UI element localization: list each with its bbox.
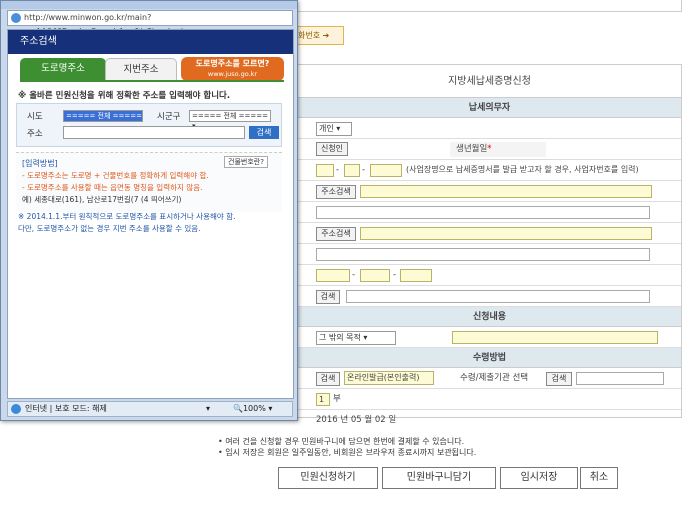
- biz-number-3[interactable]: [370, 164, 402, 177]
- help-url: www.juso.go.kr: [207, 70, 258, 78]
- popup-body: 주소검색 도로명주소 지번주소 도로명주소를 모르면? www.juso.go.k…: [7, 29, 294, 399]
- tab-underline: [20, 80, 284, 82]
- zip-code-button[interactable]: 화번호 ➔: [293, 26, 344, 45]
- agency-field[interactable]: [576, 372, 664, 385]
- popup-search-button[interactable]: 검색: [249, 126, 279, 139]
- section-receive: 수령방법: [298, 348, 681, 368]
- help-label: 도로명주소를 모르면?: [195, 59, 270, 68]
- popup-address-bar[interactable]: http://www.minwon.go.kr/main?a=AA040Proc…: [7, 10, 293, 36]
- phone-2[interactable]: [360, 269, 390, 282]
- address-line-2[interactable]: [316, 206, 650, 219]
- tab-jibun-address[interactable]: 지번주소: [105, 58, 177, 80]
- popup-notice: ※ 올바른 민원신청을 위해 정확한 주소를 입력해야 합니다.: [18, 91, 231, 101]
- popup-header: 주소검색: [8, 30, 293, 54]
- search-button[interactable]: 검색: [316, 290, 340, 304]
- help-example: 예) 세종대로(161), 남산로17번길(7 (4 띄어쓰기): [22, 195, 182, 204]
- method-title: [입력방법]: [22, 159, 58, 168]
- input-method-help: [입력방법] 건물번호란? - 도로명주소는 도로명 + 건물번호를 정확하게 …: [16, 152, 282, 212]
- globe-icon: [11, 13, 21, 23]
- form-title: 지방세납세증명신청: [298, 65, 681, 98]
- copies-unit: 부: [333, 394, 341, 404]
- address-line-4[interactable]: [316, 248, 650, 261]
- purpose-select[interactable]: 그 밖의 목적 ▾: [316, 331, 396, 345]
- temp-save-button[interactable]: 임시저장: [500, 467, 578, 489]
- tab-road-address[interactable]: 도로명주소: [20, 58, 106, 80]
- tax-certificate-form: 지방세납세증명신청 납세의무자 개인 ▾ 신청인 생년월일* - - (사업장명…: [297, 64, 682, 425]
- address-input[interactable]: [63, 126, 245, 139]
- cart-button[interactable]: 민원바구니담기: [382, 467, 496, 489]
- sido-select[interactable]: ===== 전체 ===== ▾: [63, 110, 143, 130]
- search-field[interactable]: [346, 290, 650, 303]
- birth-date-label: 생년월일*: [450, 142, 546, 157]
- address-search-button-2[interactable]: 주소검색: [316, 227, 356, 241]
- copies-input[interactable]: 1: [316, 393, 330, 406]
- biz-number-2[interactable]: [344, 164, 360, 177]
- biz-number-note: (사업장명으로 납세증명서를 발급 받고자 할 경우, 사업자번호를 입력): [406, 165, 639, 174]
- receive-search-button[interactable]: 검색: [316, 372, 340, 386]
- address-line-3[interactable]: [360, 227, 652, 240]
- sigungu-label: 시군구: [157, 112, 181, 122]
- application-date: 2016 년 05 월 02 일: [316, 415, 397, 425]
- sido-label: 시도: [27, 112, 43, 122]
- zoom-control[interactable]: 🔍100% ▾: [233, 402, 272, 416]
- top-form-box: [297, 0, 682, 12]
- zoom-level: 100%: [242, 404, 266, 413]
- security-icon[interactable]: ▾: [206, 402, 210, 416]
- dash: -: [352, 270, 356, 280]
- search-box: 시도 ===== 전체 ===== ▾ 시군구 ===== 전체 ===== ▾…: [16, 103, 282, 147]
- popup-statusbar: 인터넷 | 보호 모드: 해제 ▾ 🔍100% ▾: [7, 401, 293, 417]
- footnote-2: 다만, 도로명주소가 없는 경우 지번 주소를 사용할 수 있음.: [18, 224, 201, 233]
- receive-method[interactable]: 온라인발급(본인출력): [344, 371, 434, 385]
- dash: -: [336, 165, 340, 175]
- cancel-button[interactable]: 취소: [580, 467, 618, 489]
- help-line-1: - 도로명주소는 도로명 + 건물번호를 정확하게 입력해야 합.: [22, 171, 209, 180]
- purpose-detail[interactable]: [452, 331, 658, 344]
- building-number-button[interactable]: 건물번호란?: [224, 156, 268, 168]
- section-content: 신청내용: [298, 307, 681, 327]
- help-line-2: - 도로명주소를 사용할 때는 읍면동 명칭을 입력하지 않음.: [22, 183, 203, 192]
- address-line-1[interactable]: [360, 185, 652, 198]
- agency-label: 수령/제출기관 선택: [460, 373, 529, 383]
- person-type-select[interactable]: 개인 ▾: [316, 122, 352, 136]
- note-line: • 임시 저장은 회원은 일주일동안, 비회원은 브라우저 종료시까지 보관됩니…: [218, 448, 477, 457]
- dash: -: [393, 270, 397, 280]
- internet-icon: [11, 404, 21, 414]
- sigungu-select[interactable]: ===== 전체 ===== ▾: [189, 110, 271, 130]
- phone-3[interactable]: [400, 269, 432, 282]
- popup-titlebar[interactable]: [1, 1, 297, 9]
- section-taxpayer: 납세의무자: [298, 98, 681, 118]
- apply-button[interactable]: 민원신청하기: [278, 467, 378, 489]
- phone-1[interactable]: [316, 269, 350, 282]
- biz-number-1[interactable]: [316, 164, 334, 177]
- footnote-1: ※ 2014.1.1.부터 원칙적으로 도로명주소를 표시하거나 사용해야 함.: [18, 212, 236, 221]
- dash: -: [362, 165, 366, 175]
- address-label: 주소: [27, 129, 43, 139]
- agency-search-button[interactable]: 검색: [546, 372, 572, 386]
- address-search-button[interactable]: 주소검색: [316, 185, 356, 199]
- address-search-popup: http://www.minwon.go.kr/main?a=AA040Proc…: [0, 0, 298, 421]
- status-text: 인터넷 | 보호 모드: 해제: [25, 404, 107, 413]
- zip-code-label: 화번호: [298, 31, 321, 40]
- applicant-button[interactable]: 신청인: [316, 142, 348, 156]
- notes: • 여러 건을 신청할 경우 민원바구니에 담으면 한번에 결제할 수 있습니다…: [218, 436, 476, 458]
- note-line: • 여러 건을 신청할 경우 민원바구니에 담으면 한번에 결제할 수 있습니다…: [218, 437, 465, 446]
- road-address-help-button[interactable]: 도로명주소를 모르면? www.juso.go.kr: [181, 57, 284, 81]
